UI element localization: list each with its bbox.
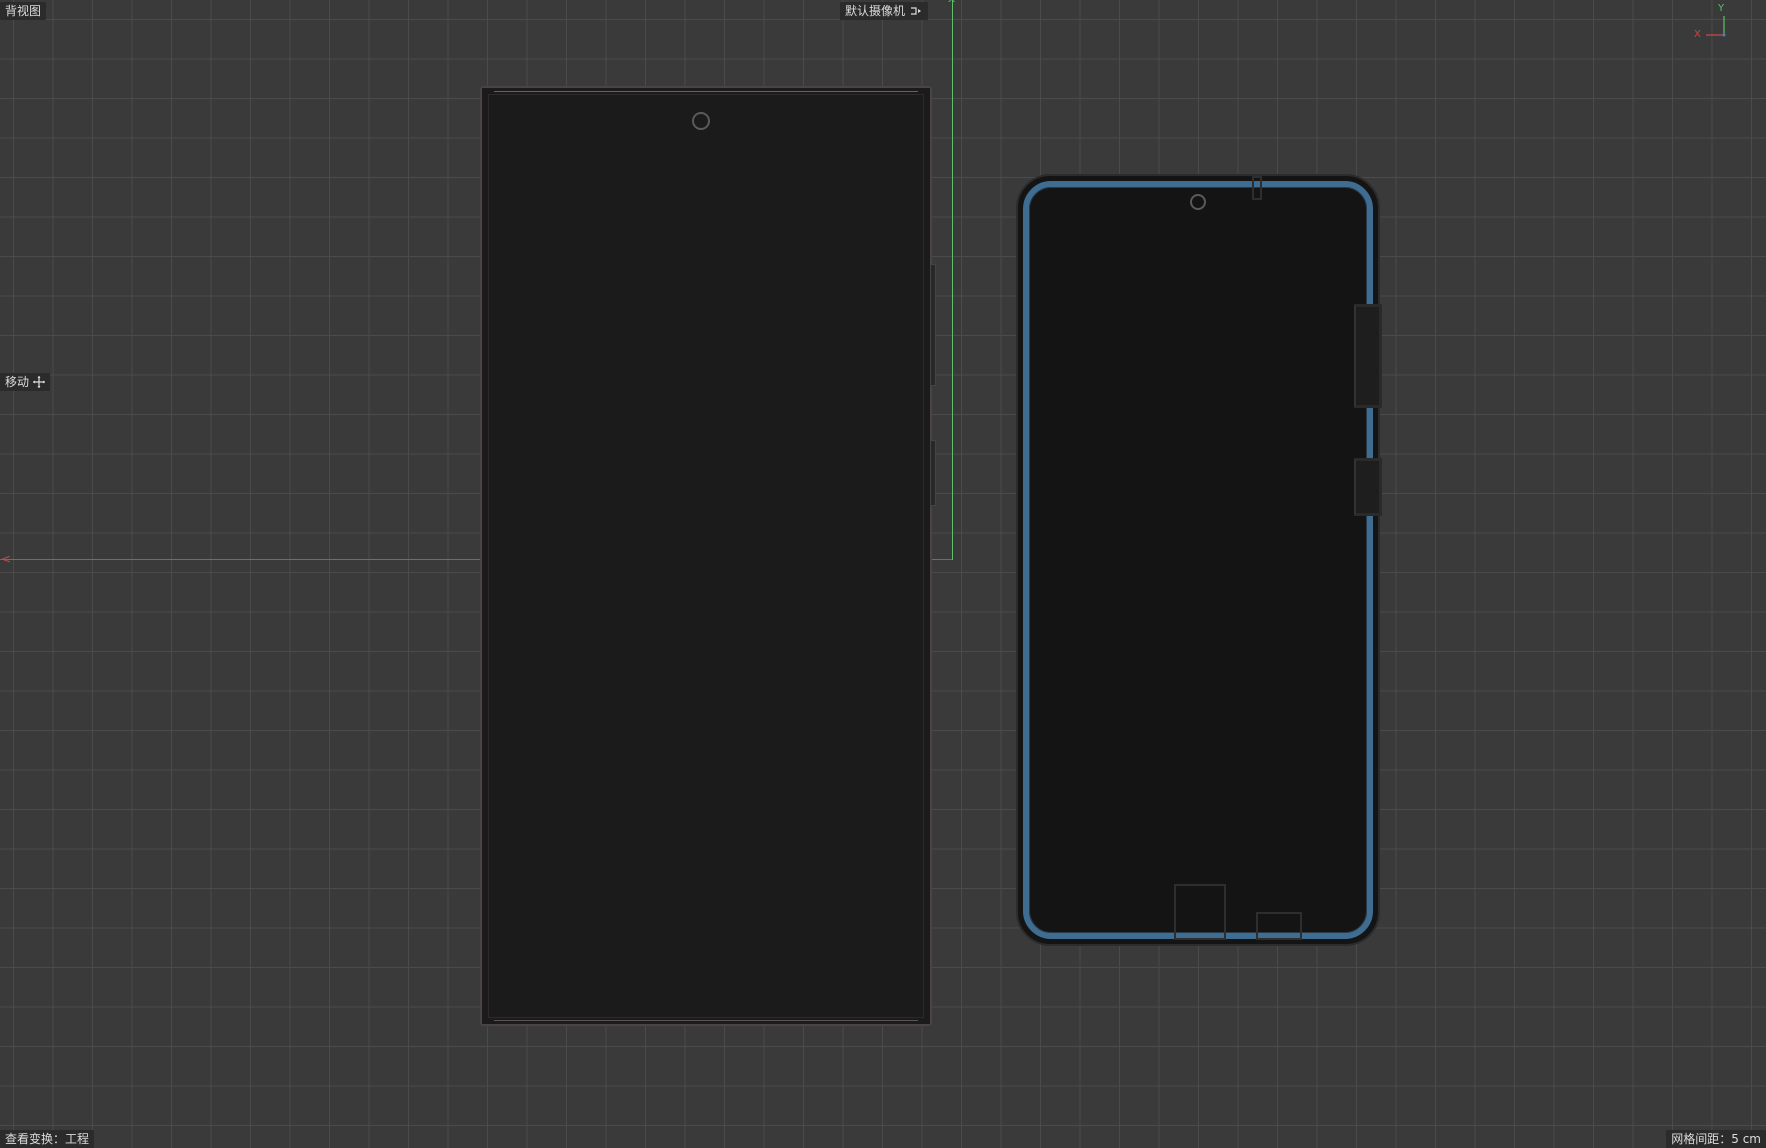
move-tool-label[interactable]: 移动 <box>0 373 51 391</box>
phone-large-power-button <box>930 440 936 506</box>
phone-small-power-button <box>1354 458 1382 516</box>
move-icon <box>33 376 46 388</box>
phone-large-screen <box>488 94 924 1018</box>
y-axis-arrow-icon: ^ <box>947 0 957 10</box>
phone-large-top-edge <box>494 91 918 92</box>
phone-small-bottom-port <box>1174 884 1226 940</box>
phone-large-bottom-edge <box>494 1020 918 1021</box>
grid-spacing-status: 网格间距：5 cm <box>1666 1130 1766 1148</box>
move-tool-text: 移动 <box>5 375 30 389</box>
viewport-canvas[interactable]: < ^ 背视图 默认摄像机 移动 查看变换：工程 网格间距：5 cm Y X <box>0 0 1766 1148</box>
phone-large-volume-button <box>930 264 936 386</box>
view-name-label[interactable]: 背视图 <box>0 2 47 20</box>
gizmo-x-label: X <box>1694 29 1701 40</box>
camera-icon <box>911 7 922 15</box>
gizmo-y-label: Y <box>1718 3 1725 14</box>
camera-selector[interactable]: 默认摄像机 <box>840 2 929 20</box>
phone-small-top-notch <box>1252 176 1262 200</box>
phone-model-small-selected[interactable] <box>1016 174 1382 946</box>
y-axis-line <box>952 0 953 560</box>
axis-gizmo[interactable]: Y X <box>1694 4 1740 46</box>
camera-label: 默认摄像机 <box>845 4 906 18</box>
view-transform-status: 查看变换：工程 <box>0 1130 95 1148</box>
phone-small-screen <box>1029 187 1367 933</box>
phone-small-volume-button <box>1354 304 1382 408</box>
phone-small-bottom-speaker <box>1256 912 1302 940</box>
x-axis-arrow-icon: < <box>1 552 12 566</box>
phone-small-camera-icon <box>1190 194 1206 210</box>
phone-model-large[interactable] <box>480 86 936 1026</box>
phone-large-camera-icon <box>692 112 710 130</box>
